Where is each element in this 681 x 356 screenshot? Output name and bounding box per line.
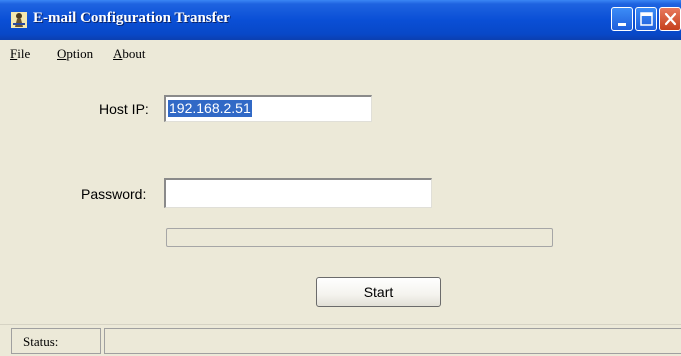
menu-bar: File Option About	[0, 40, 681, 64]
menu-about-label: bout	[122, 46, 146, 61]
host-ip-label: Host IP:	[99, 101, 149, 117]
password-label: Password:	[81, 186, 147, 202]
host-ip-field[interactable]: 192.168.2.51	[164, 95, 372, 122]
menu-about[interactable]: About	[113, 46, 146, 62]
close-button[interactable]	[659, 7, 681, 31]
menu-option-mnemonic: O	[57, 46, 67, 61]
title-bar[interactable]: E-mail Configuration Transfer	[0, 0, 681, 40]
maximize-button[interactable]	[635, 7, 657, 31]
menu-file[interactable]: File	[10, 46, 30, 62]
maximize-icon	[640, 12, 653, 26]
status-label: Status:	[23, 334, 59, 349]
close-icon	[664, 12, 677, 26]
minimize-button[interactable]	[611, 7, 633, 31]
status-text-cell	[104, 328, 681, 354]
minimize-icon	[618, 23, 626, 26]
menu-file-label: ile	[17, 46, 31, 61]
start-button[interactable]: Start	[316, 277, 441, 307]
progress-bar	[166, 228, 553, 247]
status-bar: Status:	[0, 324, 681, 356]
app-window: E-mail Configuration Transfer File Optio…	[0, 0, 681, 356]
app-icon[interactable]	[10, 11, 28, 29]
menu-option-label: ption	[66, 46, 94, 61]
host-ip-value: 192.168.2.51	[168, 100, 252, 117]
password-field[interactable]	[164, 178, 432, 208]
menu-option[interactable]: Option	[57, 46, 93, 62]
window-title: E-mail Configuration Transfer	[33, 10, 230, 26]
menu-about-mnemonic: A	[113, 46, 123, 61]
